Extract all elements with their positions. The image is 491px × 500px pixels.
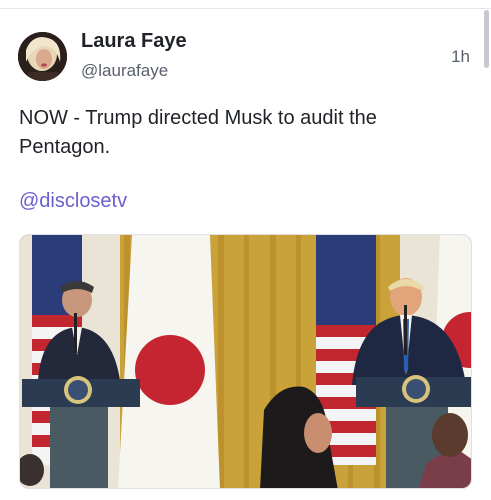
top-divider [0,8,491,9]
avatar[interactable] [18,32,67,81]
author-handle[interactable]: @laurafaye [81,61,168,81]
profile-photo-icon [18,32,67,81]
post-timestamp[interactable]: 1h [451,47,470,67]
author-display-name[interactable]: Laura Faye [81,30,187,53]
post-media-image[interactable] [19,234,472,489]
scrollbar[interactable] [484,10,489,68]
photo-icon [20,235,471,488]
post-text: NOW - Trump directed Musk to audit the P… [19,107,377,158]
mention-link[interactable]: @disclosetv [19,190,127,213]
